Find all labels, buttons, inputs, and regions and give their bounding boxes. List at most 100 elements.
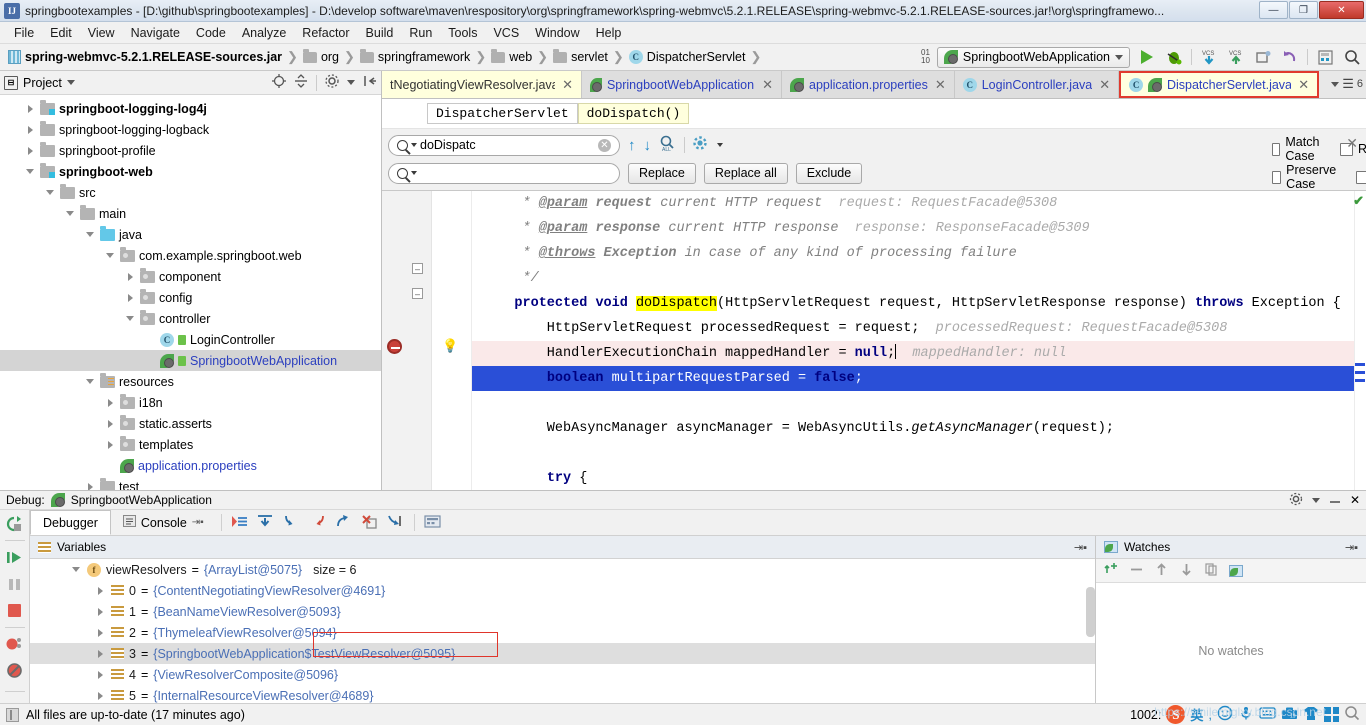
menu-item-refactor[interactable]: Refactor	[294, 24, 357, 42]
chevron-down-icon[interactable]	[44, 187, 56, 199]
tree-node-springboot-logging-logback[interactable]: springboot-logging-logback	[0, 119, 381, 140]
inspect-button[interactable]	[1229, 565, 1243, 577]
code-line[interactable]: try {	[472, 466, 1366, 490]
stop-button[interactable]	[3, 600, 27, 620]
tree-node-springboot-logging-log4j[interactable]: springboot-logging-log4j	[0, 98, 381, 119]
breadcrumb-method[interactable]: doDispatch()	[578, 103, 690, 124]
chevron-right-icon[interactable]	[104, 397, 116, 409]
chevron-right-icon[interactable]	[124, 292, 136, 304]
chevron-right-icon[interactable]	[94, 627, 106, 639]
settings-icon[interactable]: ⇥▪	[1345, 541, 1358, 554]
preserve-case-checkbox[interactable]: Preserve Case	[1272, 163, 1340, 191]
menu-item-edit[interactable]: Edit	[42, 24, 80, 42]
tree-node-src[interactable]: src	[0, 182, 381, 203]
clear-search-icon[interactable]: ✕	[598, 139, 611, 152]
fold-region-icon[interactable]: –	[412, 288, 423, 299]
tree-node-templates[interactable]: templates	[0, 434, 381, 455]
code-line[interactable]: HttpServletRequest processedRequest = re…	[472, 316, 1366, 341]
run-configuration-selector[interactable]: SpringbootWebApplication	[937, 47, 1130, 68]
editor-marker-bar[interactable]: ✔	[1354, 191, 1366, 490]
locate-icon[interactable]	[272, 74, 286, 91]
pin-console-icon[interactable]: ⇥▪	[192, 517, 204, 528]
close-panel-icon[interactable]: ✕	[1350, 493, 1360, 507]
code-line[interactable]: boolean multipartRequestParsed = false;	[472, 366, 1366, 391]
vcs-update-button[interactable]: VCS	[1199, 47, 1219, 67]
minimize-panel-icon[interactable]	[1329, 493, 1341, 508]
run-button[interactable]	[1137, 47, 1157, 67]
project-tree[interactable]: springboot-logging-log4jspringboot-loggi…	[0, 95, 381, 490]
step-into-button[interactable]	[279, 510, 305, 532]
tree-node-component[interactable]: component	[0, 266, 381, 287]
scrollbar-thumb[interactable]	[1086, 587, 1095, 637]
tree-node-com-example-springboot-web[interactable]: com.example.springboot.web	[0, 245, 381, 266]
undo-button[interactable]	[1280, 47, 1300, 67]
search-input[interactable]: doDispatc ✕	[388, 135, 620, 156]
chevron-down-icon[interactable]	[411, 171, 417, 175]
gear-icon[interactable]	[325, 74, 339, 91]
chevron-down-icon[interactable]	[67, 80, 75, 85]
menu-item-code[interactable]: Code	[188, 24, 234, 42]
menu-item-window[interactable]: Window	[527, 24, 587, 42]
tree-node-resources[interactable]: resources	[0, 371, 381, 392]
maximize-button[interactable]: ❐	[1289, 1, 1318, 19]
find-all-icon[interactable]: ALL	[659, 135, 676, 155]
close-tab-icon[interactable]: ✕	[562, 77, 573, 93]
project-structure-button[interactable]	[1315, 47, 1335, 67]
run-to-cursor-button[interactable]	[383, 510, 409, 532]
fold-region-icon[interactable]: –	[412, 263, 423, 274]
chevron-right-icon[interactable]	[94, 606, 106, 618]
breadcrumb-item-spring-webmvc-5-2-1-release-sources-jar[interactable]: spring-webmvc-5.2.1.RELEASE-sources.jar	[6, 50, 284, 64]
chevron-right-icon[interactable]	[24, 103, 36, 115]
tree-node-config[interactable]: config	[0, 287, 381, 308]
minimize-button[interactable]: —	[1259, 1, 1288, 19]
intention-bulb-icon[interactable]: 💡	[442, 338, 458, 354]
tree-node-test[interactable]: test	[0, 476, 381, 490]
hide-icon[interactable]	[363, 74, 377, 91]
menu-item-view[interactable]: View	[80, 24, 123, 42]
breadcrumb-item-servlet[interactable]: servlet	[551, 50, 610, 64]
tree-node-controller[interactable]: controller	[0, 308, 381, 329]
chevron-down-icon[interactable]	[84, 376, 96, 388]
chevron-right-icon[interactable]	[104, 418, 116, 430]
copy-button[interactable]	[1204, 562, 1219, 580]
code-line[interactable]: * @param response current HTTP response …	[472, 216, 1366, 241]
menu-item-help[interactable]: Help	[588, 24, 630, 42]
force-step-into-button[interactable]	[305, 510, 331, 532]
replace-button[interactable]: Replace	[628, 163, 696, 184]
chevron-down-icon[interactable]	[124, 313, 136, 325]
mute-breakpoints-button[interactable]	[3, 660, 27, 680]
debug-button[interactable]	[1164, 47, 1184, 67]
close-tab-icon[interactable]: ✕	[935, 77, 946, 93]
chevron-right-icon[interactable]	[104, 439, 116, 451]
code-line[interactable]: protected void doDispatch(HttpServletReq…	[472, 291, 1366, 316]
gear-icon[interactable]	[1289, 492, 1303, 509]
drop-frame-button[interactable]	[357, 510, 383, 532]
chevron-right-icon[interactable]	[84, 481, 96, 491]
tree-node-springboot-web[interactable]: springboot-web	[0, 161, 381, 182]
tree-node-springboot-profile[interactable]: springboot-profile	[0, 140, 381, 161]
apps-icon[interactable]	[1324, 707, 1339, 722]
chevron-right-icon[interactable]	[94, 669, 106, 681]
chevron-down-icon[interactable]	[1312, 498, 1320, 503]
code-line[interactable]	[472, 441, 1366, 466]
tree-node-application-properties[interactable]: application.properties	[0, 455, 381, 476]
vcs-history-button[interactable]	[1253, 47, 1273, 67]
chevron-right-icon[interactable]	[24, 124, 36, 136]
code-line[interactable]: WebAsyncManager asyncManager = WebAsyncU…	[472, 416, 1366, 441]
tree-node-logincontroller[interactable]: CLoginController	[0, 329, 381, 350]
variable-row[interactable]: fviewResolvers={ArrayList@5075}size = 6	[30, 559, 1095, 580]
breadcrumb-item-org[interactable]: org	[301, 50, 341, 64]
editor-gutter[interactable]: – –	[382, 191, 432, 490]
menu-item-tools[interactable]: Tools	[440, 24, 485, 42]
variable-row[interactable]: 0={ContentNegotiatingViewResolver@4691}	[30, 580, 1095, 601]
menu-item-analyze[interactable]: Analyze	[234, 24, 294, 42]
code-editor[interactable]: – – 💡 * @param request current HTTP requ…	[382, 191, 1366, 490]
breadcrumb-item-springframework[interactable]: springframework	[358, 50, 472, 64]
move-down-button[interactable]	[1179, 562, 1194, 580]
variable-row[interactable]: 4={ViewResolverComposite@5096}	[30, 664, 1095, 685]
evaluate-expression-button[interactable]	[420, 510, 446, 532]
code-line[interactable]: * @throws Exception in case of any kind …	[472, 241, 1366, 266]
collapse-all-icon[interactable]	[294, 74, 308, 91]
menu-item-vcs[interactable]: VCS	[485, 24, 527, 42]
code-content[interactable]: * @param request current HTTP request re…	[472, 191, 1366, 490]
